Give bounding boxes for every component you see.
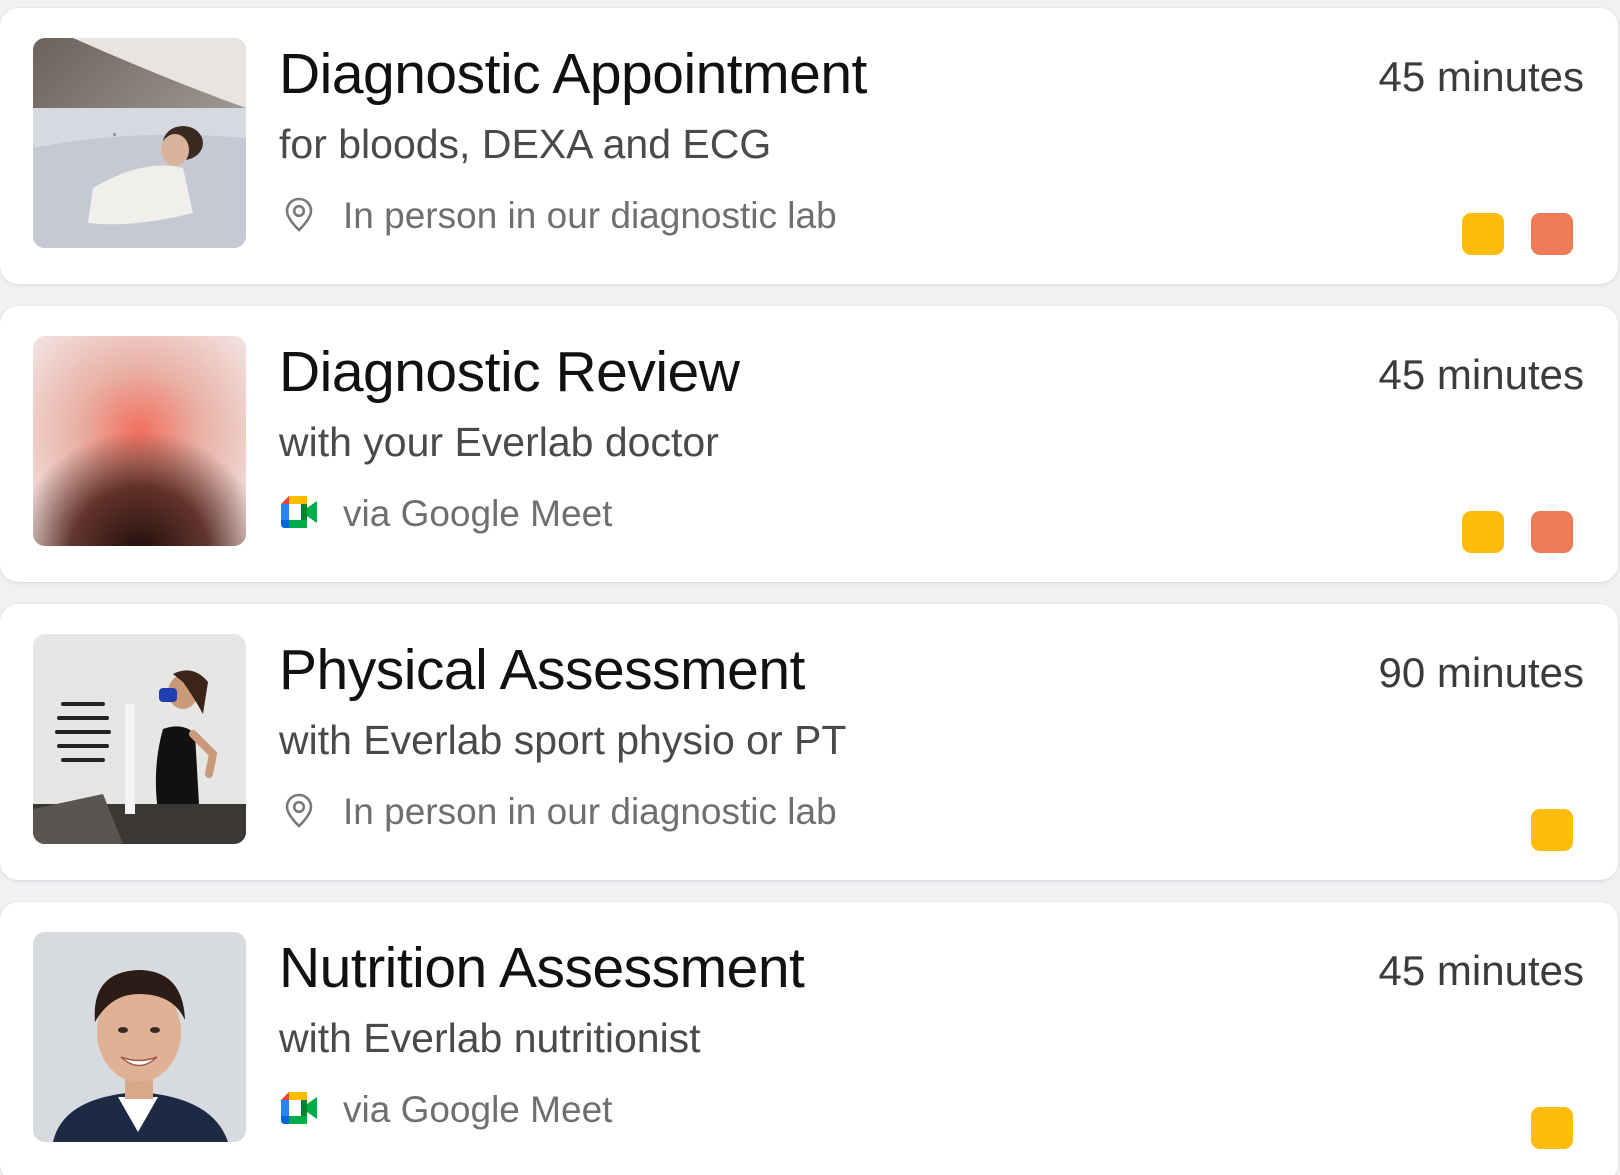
duration-label: 45 minutes [1378,947,1584,994]
appointment-subtitle: for bloods, DEXA and ECG [279,121,772,167]
appointment-card-diagnostic-review[interactable]: Diagnostic Review with your Everlab doct… [0,306,1618,582]
location-row: In person in our diagnostic lab [279,788,837,834]
location-text: via Google Meet [343,492,613,534]
appointment-list: Diagnostic Appointment for bloods, DEXA … [0,0,1620,1175]
duration-label: 45 minutes [1378,53,1584,100]
gradient-abstract-image [33,336,246,546]
appointment-card-physical-assessment[interactable]: Physical Assessment with Everlab sport p… [0,604,1618,880]
tag-dots [1462,213,1573,255]
appointment-subtitle: with Everlab nutritionist [279,1015,701,1061]
appointment-subtitle: with your Everlab doctor [279,419,719,465]
appointment-card-diagnostic-appointment[interactable]: Diagnostic Appointment for bloods, DEXA … [0,8,1618,284]
location-text: In person in our diagnostic lab [343,790,837,832]
appointment-title: Diagnostic Appointment [279,42,867,106]
appointment-title: Nutrition Assessment [279,936,805,1000]
tag-dot-yellow [1531,1107,1573,1149]
tag-dot-yellow [1462,511,1504,553]
tag-dots [1462,511,1573,553]
duration-label: 45 minutes [1378,351,1584,398]
tag-dot-yellow [1462,213,1504,255]
appointment-subtitle: with Everlab sport physio or PT [279,717,847,763]
location-row: In person in our diagnostic lab [279,192,837,238]
location-row: via Google Meet [279,1086,612,1132]
patient-scan-photo [33,38,246,248]
google-meet-icon [279,1089,319,1129]
nutritionist-portrait-photo [33,932,246,1142]
tag-dots [1531,1107,1573,1149]
treadmill-test-photo [33,634,246,844]
tag-dot-yellow [1531,809,1573,851]
map-pin-icon [279,791,319,831]
duration-label: 90 minutes [1378,649,1584,696]
appointment-title: Diagnostic Review [279,340,740,404]
tag-dot-orange [1531,511,1573,553]
map-pin-icon [279,195,319,235]
tag-dots [1531,809,1573,851]
appointment-title: Physical Assessment [279,638,805,702]
tag-dot-orange [1531,213,1573,255]
google-meet-icon [279,493,319,533]
location-text: In person in our diagnostic lab [343,194,837,236]
location-text: via Google Meet [343,1088,613,1130]
location-row: via Google Meet [279,490,612,536]
appointment-card-nutrition-assessment[interactable]: Nutrition Assessment with Everlab nutrit… [0,902,1618,1175]
